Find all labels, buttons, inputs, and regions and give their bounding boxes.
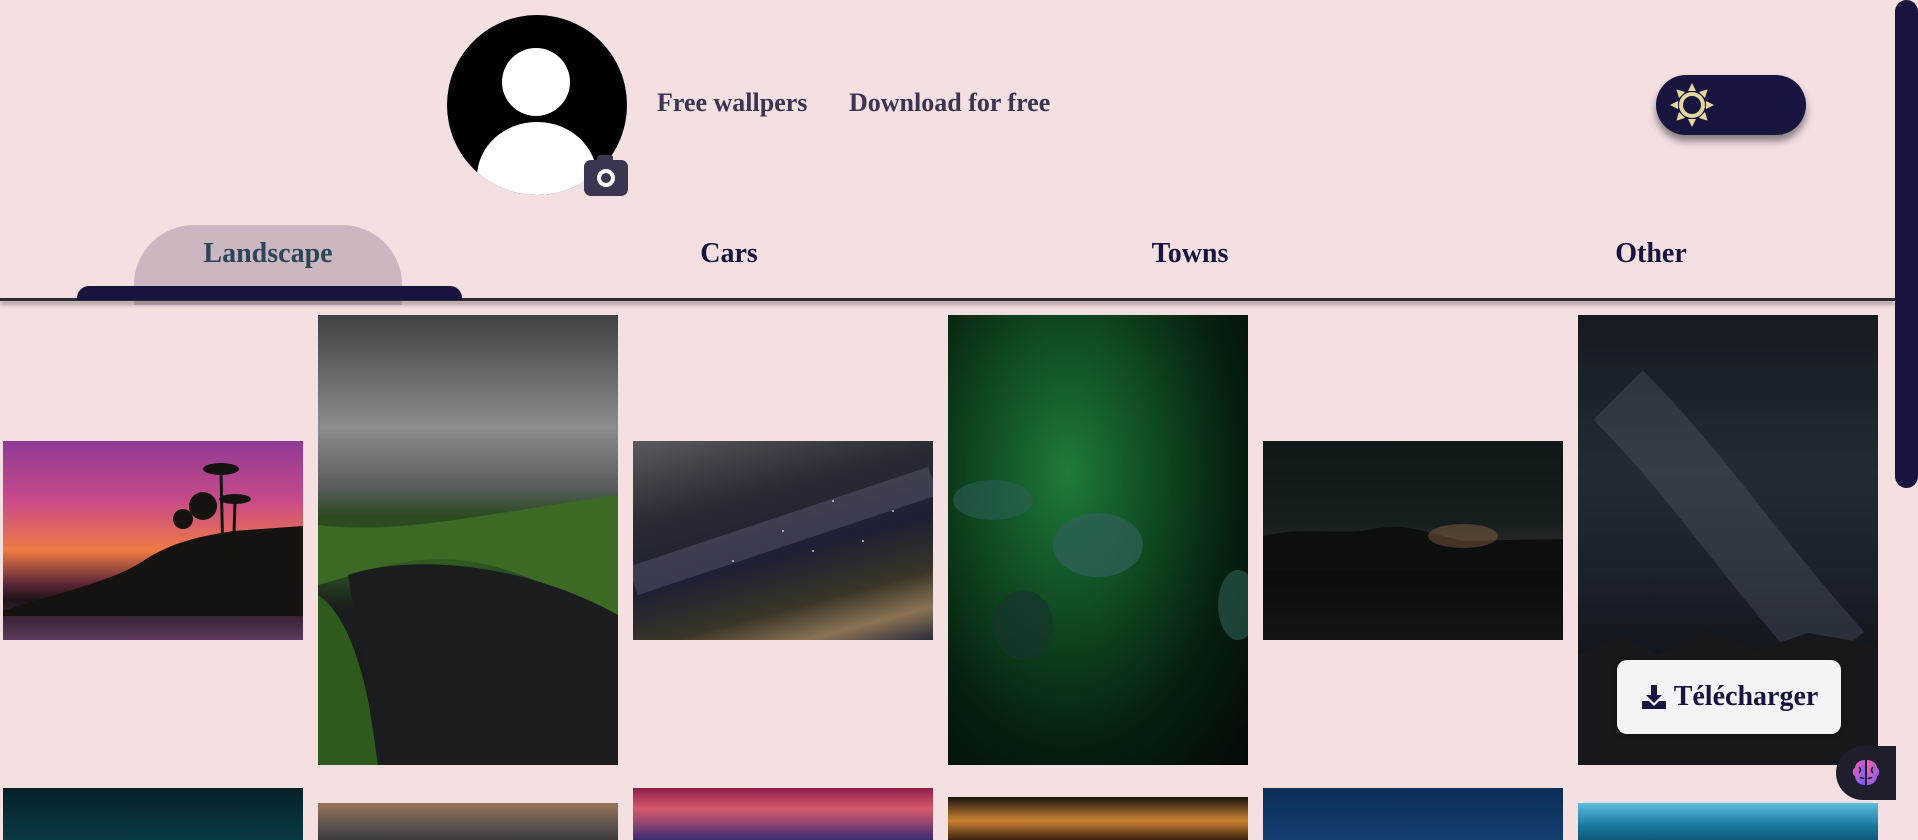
wallpaper-sunset-palms[interactable] [3, 441, 303, 640]
download-button[interactable]: Télécharger [1617, 660, 1841, 734]
download-for-free-link[interactable]: Download for free [849, 88, 1050, 118]
user-avatar-icon [502, 48, 570, 116]
wallpaper-golden-sunset[interactable] [948, 797, 1248, 840]
wallpaper-red-clouds[interactable] [633, 788, 933, 840]
sun-icon [1670, 83, 1714, 127]
camera-icon[interactable] [584, 155, 628, 196]
tab-other[interactable]: Other [1615, 238, 1687, 270]
free-wallpapers-link[interactable]: Free wallpers [657, 88, 807, 118]
tab-landscape[interactable]: Landscape [203, 238, 332, 270]
wallpaper-river-valley[interactable] [318, 315, 618, 765]
download-label: Télécharger [1673, 681, 1819, 712]
wallpaper-blue-night[interactable] [1263, 788, 1563, 840]
theme-toggle[interactable] [1656, 75, 1806, 135]
download-icon [1641, 685, 1666, 709]
tab-cars[interactable]: Cars [700, 238, 758, 270]
wallpaper-night-lake[interactable] [1263, 441, 1563, 640]
scrollbar[interactable] [1895, 0, 1918, 488]
wallpaper-dusk-horizon[interactable] [318, 803, 618, 840]
wallpaper-dew-leaves[interactable] [948, 315, 1248, 765]
assistant-button[interactable] [1836, 746, 1896, 800]
active-tab-indicator [77, 286, 462, 300]
wallpaper-milky-way-clouds[interactable] [633, 441, 933, 640]
tab-towns[interactable]: Towns [1152, 238, 1229, 270]
wallpaper-cyan-glow[interactable] [3, 788, 303, 840]
wallpaper-turquoise-sky[interactable] [1578, 803, 1878, 840]
brain-icon [1852, 760, 1880, 785]
